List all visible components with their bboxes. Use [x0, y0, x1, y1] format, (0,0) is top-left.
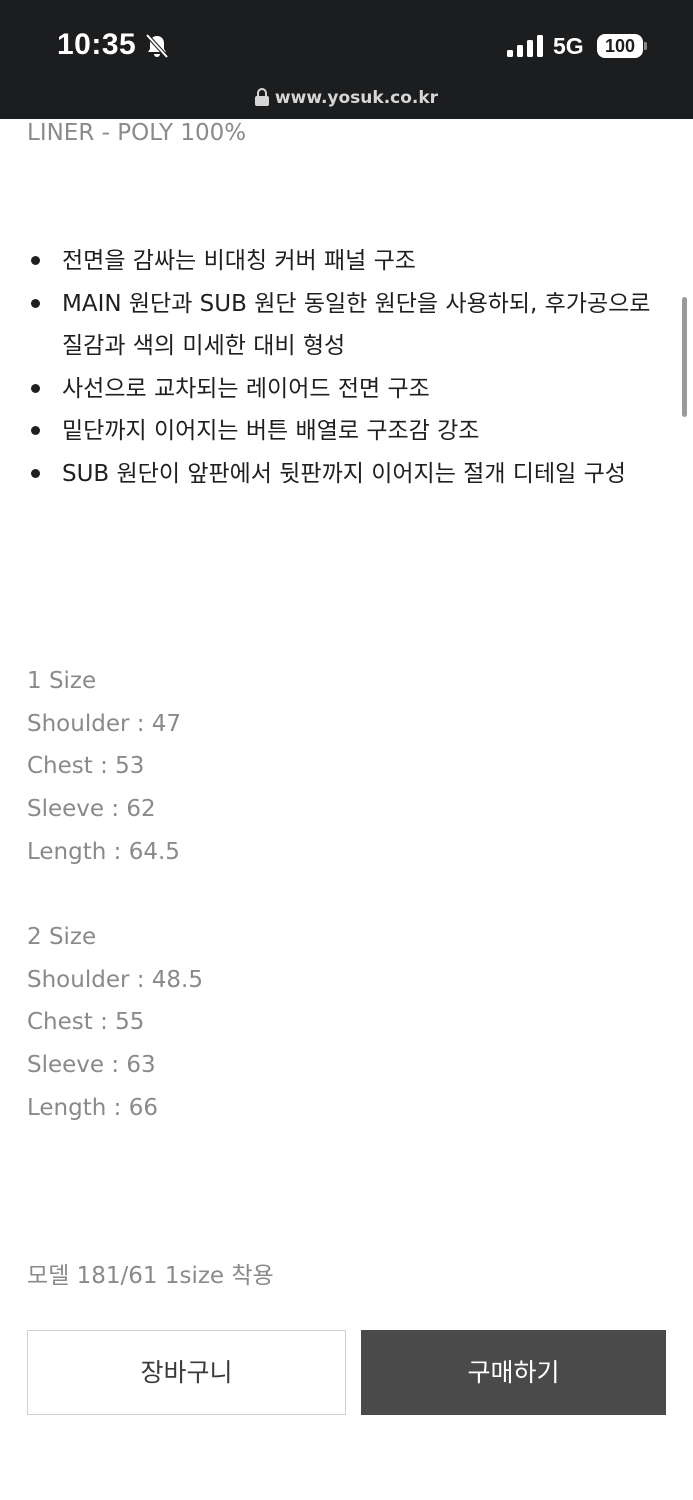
lock-icon	[254, 88, 269, 106]
status-bar: 10:35 5G 100 www.yosuk.co.kr	[0, 0, 693, 119]
size-title: 1 Size	[27, 668, 97, 694]
size-shoulder: Shoulder : 47	[27, 710, 182, 737]
size-shoulder: Shoulder : 48.5	[27, 966, 204, 993]
bottom-action-bar: 장바구니 구매하기	[0, 1311, 693, 1500]
feature-list: 전면을 감싸는 비대칭 커버 패널 구조 MAIN 원단과 SUB 원단 동일한…	[27, 240, 667, 495]
product-detail-page: 10:35 5G 100 www.yosuk.co.kr LINER - POL…	[0, 0, 693, 1500]
size-length: Length : 66	[27, 1094, 158, 1121]
mute-icon	[145, 33, 169, 59]
address-bar[interactable]: www.yosuk.co.kr	[0, 88, 693, 108]
url-text: www.yosuk.co.kr	[274, 88, 439, 108]
feature-item: 전면을 감싸는 비대칭 커버 패널 구조	[27, 240, 667, 283]
scrollbar[interactable]	[682, 297, 687, 417]
add-to-cart-button[interactable]: 장바구니	[27, 1330, 346, 1415]
feature-item: 밑단까지 이어지는 버튼 배열로 구조감 강조	[27, 410, 667, 453]
liner-info: LINER - POLY 100%	[27, 120, 247, 146]
feature-item: 사선으로 교차되는 레이어드 전면 구조	[27, 368, 667, 411]
status-time: 10:35	[57, 28, 137, 61]
bullet-icon	[31, 256, 40, 265]
feature-item: SUB 원단이 앞판에서 뒷판까지 이어지는 절개 디테일 구성	[27, 453, 667, 496]
size-spec-1: 1 Size Shoulder : 47 Chest : 53 Sleeve :…	[27, 660, 181, 874]
bullet-icon	[31, 426, 40, 435]
size-chest: Chest : 53	[27, 753, 145, 780]
size-chest: Chest : 55	[27, 1009, 145, 1036]
size-sleeve: Sleeve : 63	[27, 1052, 156, 1079]
battery-indicator: 100	[597, 34, 643, 58]
feature-item: MAIN 원단과 SUB 원단 동일한 원단을 사용하되, 후가공으로 질감과 …	[27, 283, 667, 368]
bullet-icon	[31, 298, 40, 308]
size-length: Length : 64.5	[27, 838, 180, 865]
size-spec-2: 2 Size Shoulder : 48.5 Chest : 55 Sleeve…	[27, 916, 203, 1130]
buy-now-button[interactable]: 구매하기	[361, 1330, 666, 1415]
battery-tip	[644, 42, 647, 50]
network-label: 5G	[553, 33, 584, 59]
cutoff-text-line	[27, 1302, 667, 1311]
bullet-icon	[31, 468, 40, 478]
signal-icon	[507, 35, 543, 57]
model-note: 모델 181/61 1size 착용	[27, 1263, 274, 1289]
size-title: 2 Size	[27, 924, 97, 950]
bullet-icon	[31, 383, 40, 393]
size-sleeve: Sleeve : 62	[27, 796, 156, 823]
